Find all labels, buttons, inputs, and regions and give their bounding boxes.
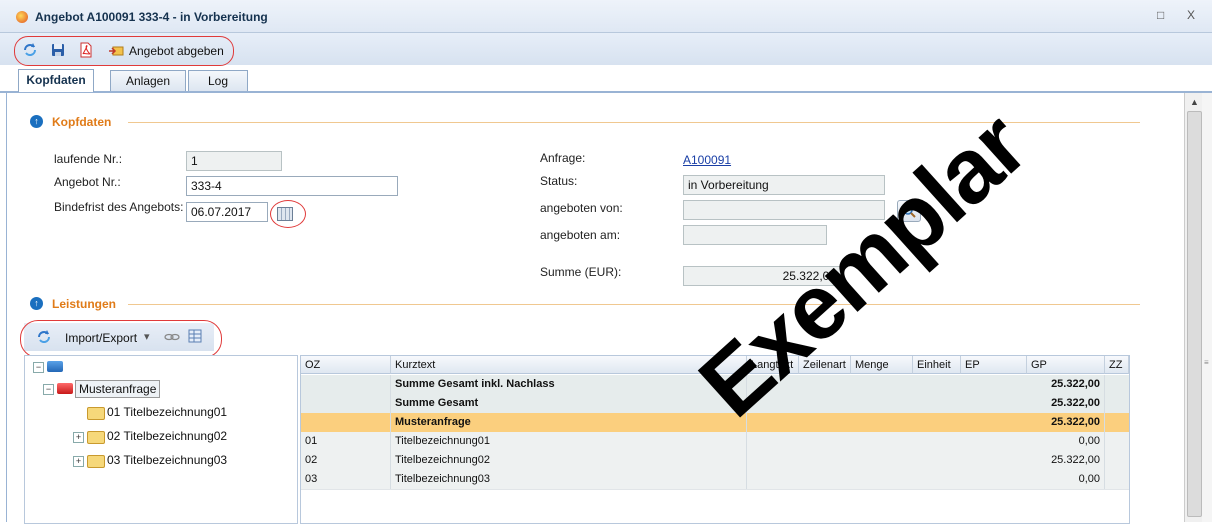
table-row[interactable]: 02 Titelbezeichnung02 25.322,00: [301, 451, 1129, 471]
angebot-nr-label: Angebot Nr.:: [54, 175, 121, 189]
leistungen-grid: OZ Kurztext Langtext Zeilenart Menge Ein…: [300, 355, 1130, 524]
tab-kopfdaten[interactable]: Kopfdaten: [18, 69, 94, 92]
section-title-kopfdaten: Kopfdaten: [52, 115, 112, 129]
side-panel-edge: ≡: [1202, 93, 1212, 522]
app-icon: [16, 11, 28, 23]
folder-open-icon: [57, 383, 73, 394]
cell-gp: 25.322,00: [1027, 394, 1105, 413]
table-row[interactable]: Musteranfrage 25.322,00: [301, 413, 1129, 433]
cell-oz: 03: [301, 470, 391, 489]
column-header[interactable]: ZZ: [1105, 356, 1129, 374]
column-header[interactable]: EP: [961, 356, 1027, 374]
section-leistungen: ↑ Leistungen: [30, 296, 1140, 312]
angebot-nr-field[interactable]: [186, 176, 398, 196]
cell-kurztext: Titelbezeichnung03: [391, 470, 747, 489]
angeboten-von-label: angeboten von:: [540, 201, 623, 215]
section-divider: [128, 122, 1140, 123]
annotation-oval-calendar: [270, 200, 306, 228]
folder-icon: [87, 407, 105, 420]
status-field: [683, 175, 885, 195]
cell-oz: 01: [301, 432, 391, 451]
cell-oz: [301, 394, 391, 413]
tree-node-label: 03 Titelbezeichnung03: [107, 453, 228, 467]
column-header[interactable]: OZ: [301, 356, 391, 374]
tab-anlagen[interactable]: Anlagen: [110, 70, 186, 91]
folder-open-icon: [47, 361, 63, 372]
scrollbar-thumb[interactable]: [1187, 111, 1202, 517]
column-header[interactable]: Kurztext: [391, 356, 747, 374]
scroll-up-icon[interactable]: ▲: [1190, 97, 1199, 107]
close-button[interactable]: X: [1187, 8, 1195, 22]
collapse-icon[interactable]: −: [33, 362, 44, 373]
bindefrist-label: Bindefrist des Angebots:: [54, 200, 184, 214]
laufende-nr-field: [186, 151, 282, 171]
angeboten-am-field: [683, 225, 827, 245]
folder-icon: [87, 431, 105, 444]
cell-oz: 02: [301, 451, 391, 470]
cell-kurztext: Musteranfrage: [391, 413, 747, 432]
laufende-nr-label: laufende Nr.:: [54, 152, 123, 166]
column-header[interactable]: Menge: [851, 356, 913, 374]
annotation-oval-leistungen: [20, 320, 222, 358]
section-divider: [128, 304, 1140, 305]
collapse-icon[interactable]: −: [43, 384, 54, 395]
collapse-icon[interactable]: ↑: [30, 115, 43, 128]
anfrage-link[interactable]: A100091: [683, 153, 731, 167]
search-button[interactable]: [897, 200, 921, 222]
cell-gp: 25.322,00: [1027, 413, 1105, 432]
column-header[interactable]: Zeilenart: [799, 356, 851, 374]
table-row[interactable]: Summe Gesamt inkl. Nachlass 25.322,00: [301, 375, 1129, 395]
summe-field: [683, 266, 841, 286]
table-row[interactable]: 01 Titelbezeichnung01 0,00: [301, 432, 1129, 452]
cell-gp: 0,00: [1027, 432, 1105, 451]
column-header[interactable]: Einheit: [913, 356, 961, 374]
expand-icon[interactable]: +: [73, 432, 84, 443]
angeboten-am-label: angeboten am:: [540, 228, 621, 242]
leistungen-tree: − − Musteranfrage 01 Titelbezeichnung01 …: [24, 355, 298, 524]
column-header[interactable]: Langtext: [747, 356, 799, 374]
expand-icon[interactable]: +: [73, 456, 84, 467]
vertical-scrollbar[interactable]: ▲: [1184, 93, 1203, 522]
cell-kurztext: Summe Gesamt inkl. Nachlass: [391, 375, 747, 394]
table-row[interactable]: 03 Titelbezeichnung03 0,00: [301, 470, 1129, 490]
collapse-icon[interactable]: ↑: [30, 297, 43, 310]
annotation-oval: [14, 36, 234, 66]
cell-kurztext: Titelbezeichnung02: [391, 451, 747, 470]
cell-gp: 25.322,00: [1027, 451, 1105, 470]
cell-gp: 25.322,00: [1027, 375, 1105, 394]
restore-button[interactable]: □: [1157, 8, 1164, 22]
cell-oz: [301, 375, 391, 394]
angeboten-von-field: [683, 200, 885, 220]
cell-oz: [301, 413, 391, 432]
anfrage-label: Anfrage:: [540, 151, 586, 165]
cell-kurztext: Titelbezeichnung01: [391, 432, 747, 451]
tab-bar: Kopfdaten Anlagen Log: [0, 66, 1212, 93]
cell-gp: 0,00: [1027, 470, 1105, 489]
cell-kurztext: Summe Gesamt: [391, 394, 747, 413]
table-row[interactable]: Summe Gesamt 25.322,00: [301, 394, 1129, 414]
search-icon: [903, 205, 916, 218]
window-titlebar: Angebot A100091 333-4 - in Vorbereitung …: [0, 0, 1212, 33]
status-label: Status:: [540, 174, 578, 188]
summe-label: Summe (EUR):: [540, 265, 622, 279]
tab-log[interactable]: Log: [188, 70, 248, 91]
tree-node-label: 02 Titelbezeichnung02: [107, 429, 228, 443]
section-title-leistungen: Leistungen: [52, 297, 117, 311]
tree-node-label: 01 Titelbezeichnung01: [107, 405, 228, 419]
tree-node-label: Musteranfrage: [75, 380, 161, 398]
section-kopfdaten: ↑ Kopfdaten: [30, 114, 1140, 130]
bindefrist-field[interactable]: [186, 202, 268, 222]
window-title: Angebot A100091 333-4 - in Vorbereitung: [35, 10, 268, 24]
folder-icon: [87, 455, 105, 468]
grip-icon[interactable]: ≡: [1204, 358, 1209, 367]
column-header[interactable]: GP: [1027, 356, 1105, 374]
